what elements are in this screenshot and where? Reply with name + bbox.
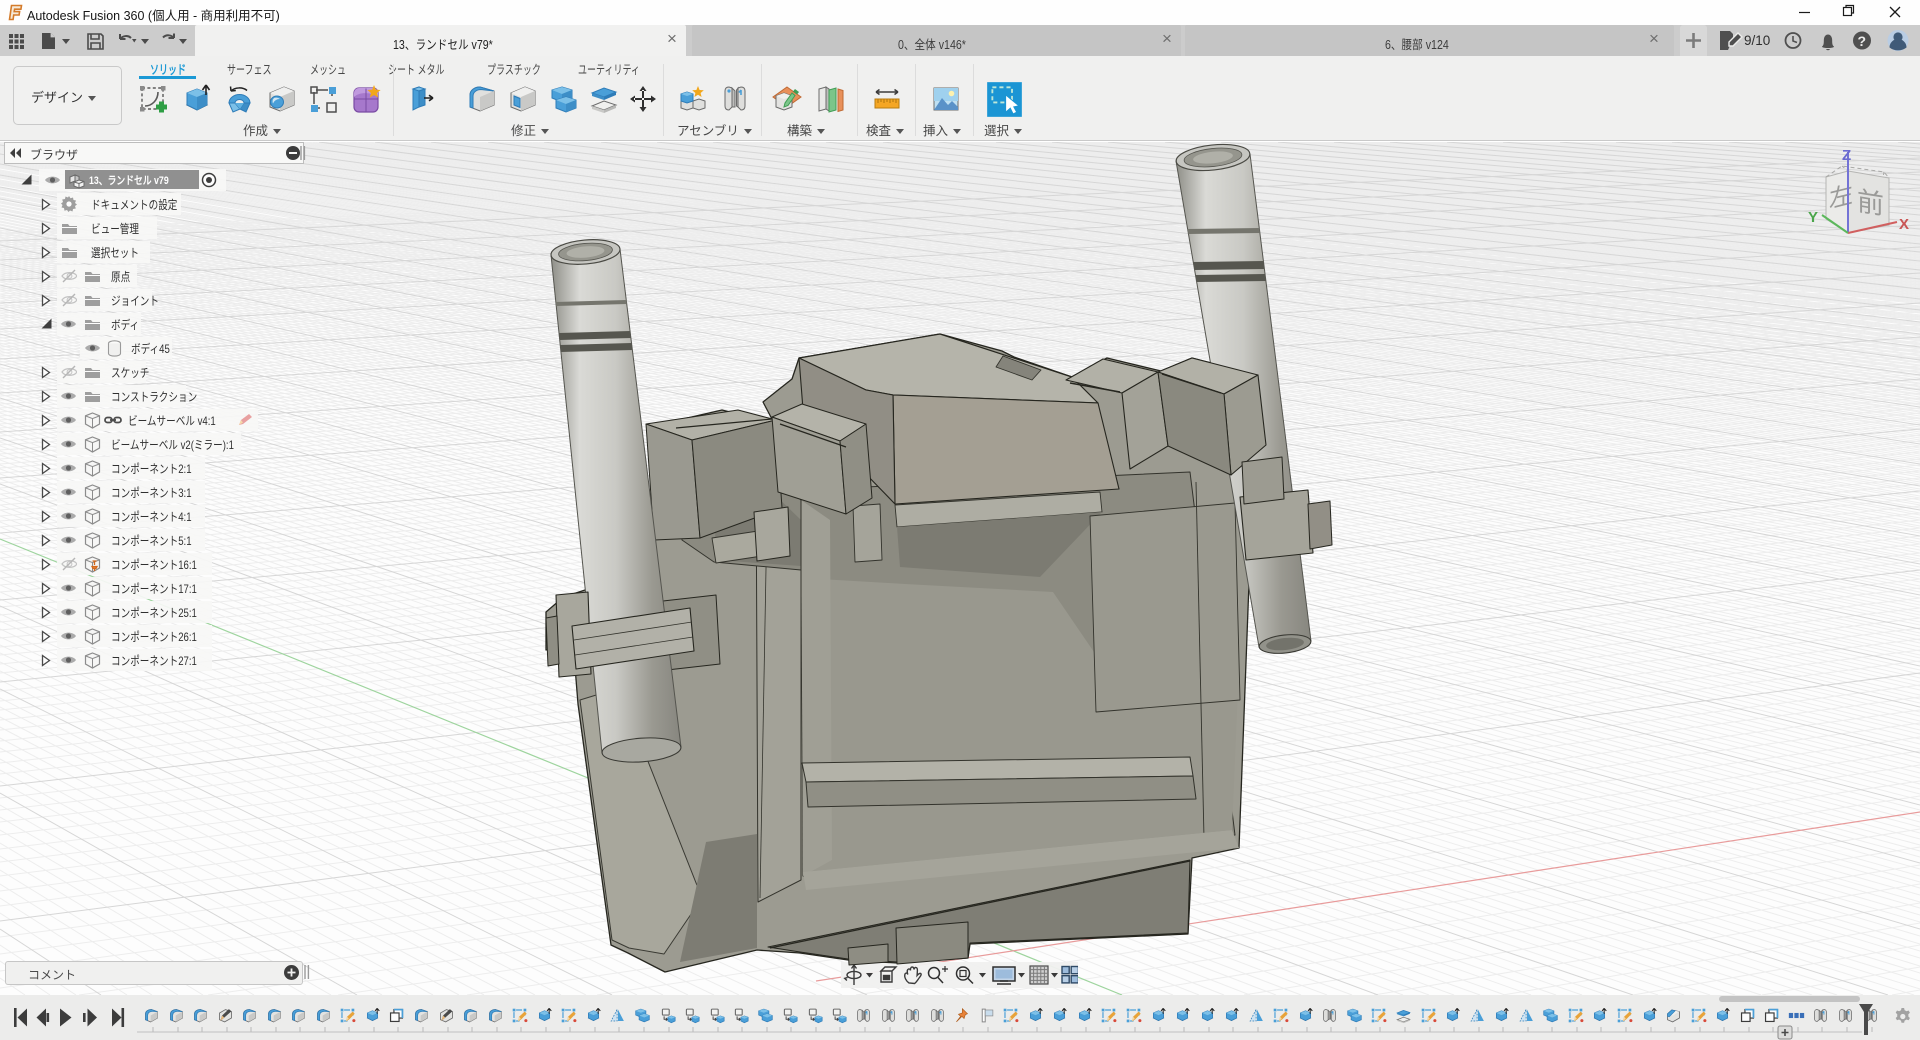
svg-text:9/10: 9/10 <box>1744 33 1770 48</box>
svg-text:?: ? <box>1858 33 1867 49</box>
